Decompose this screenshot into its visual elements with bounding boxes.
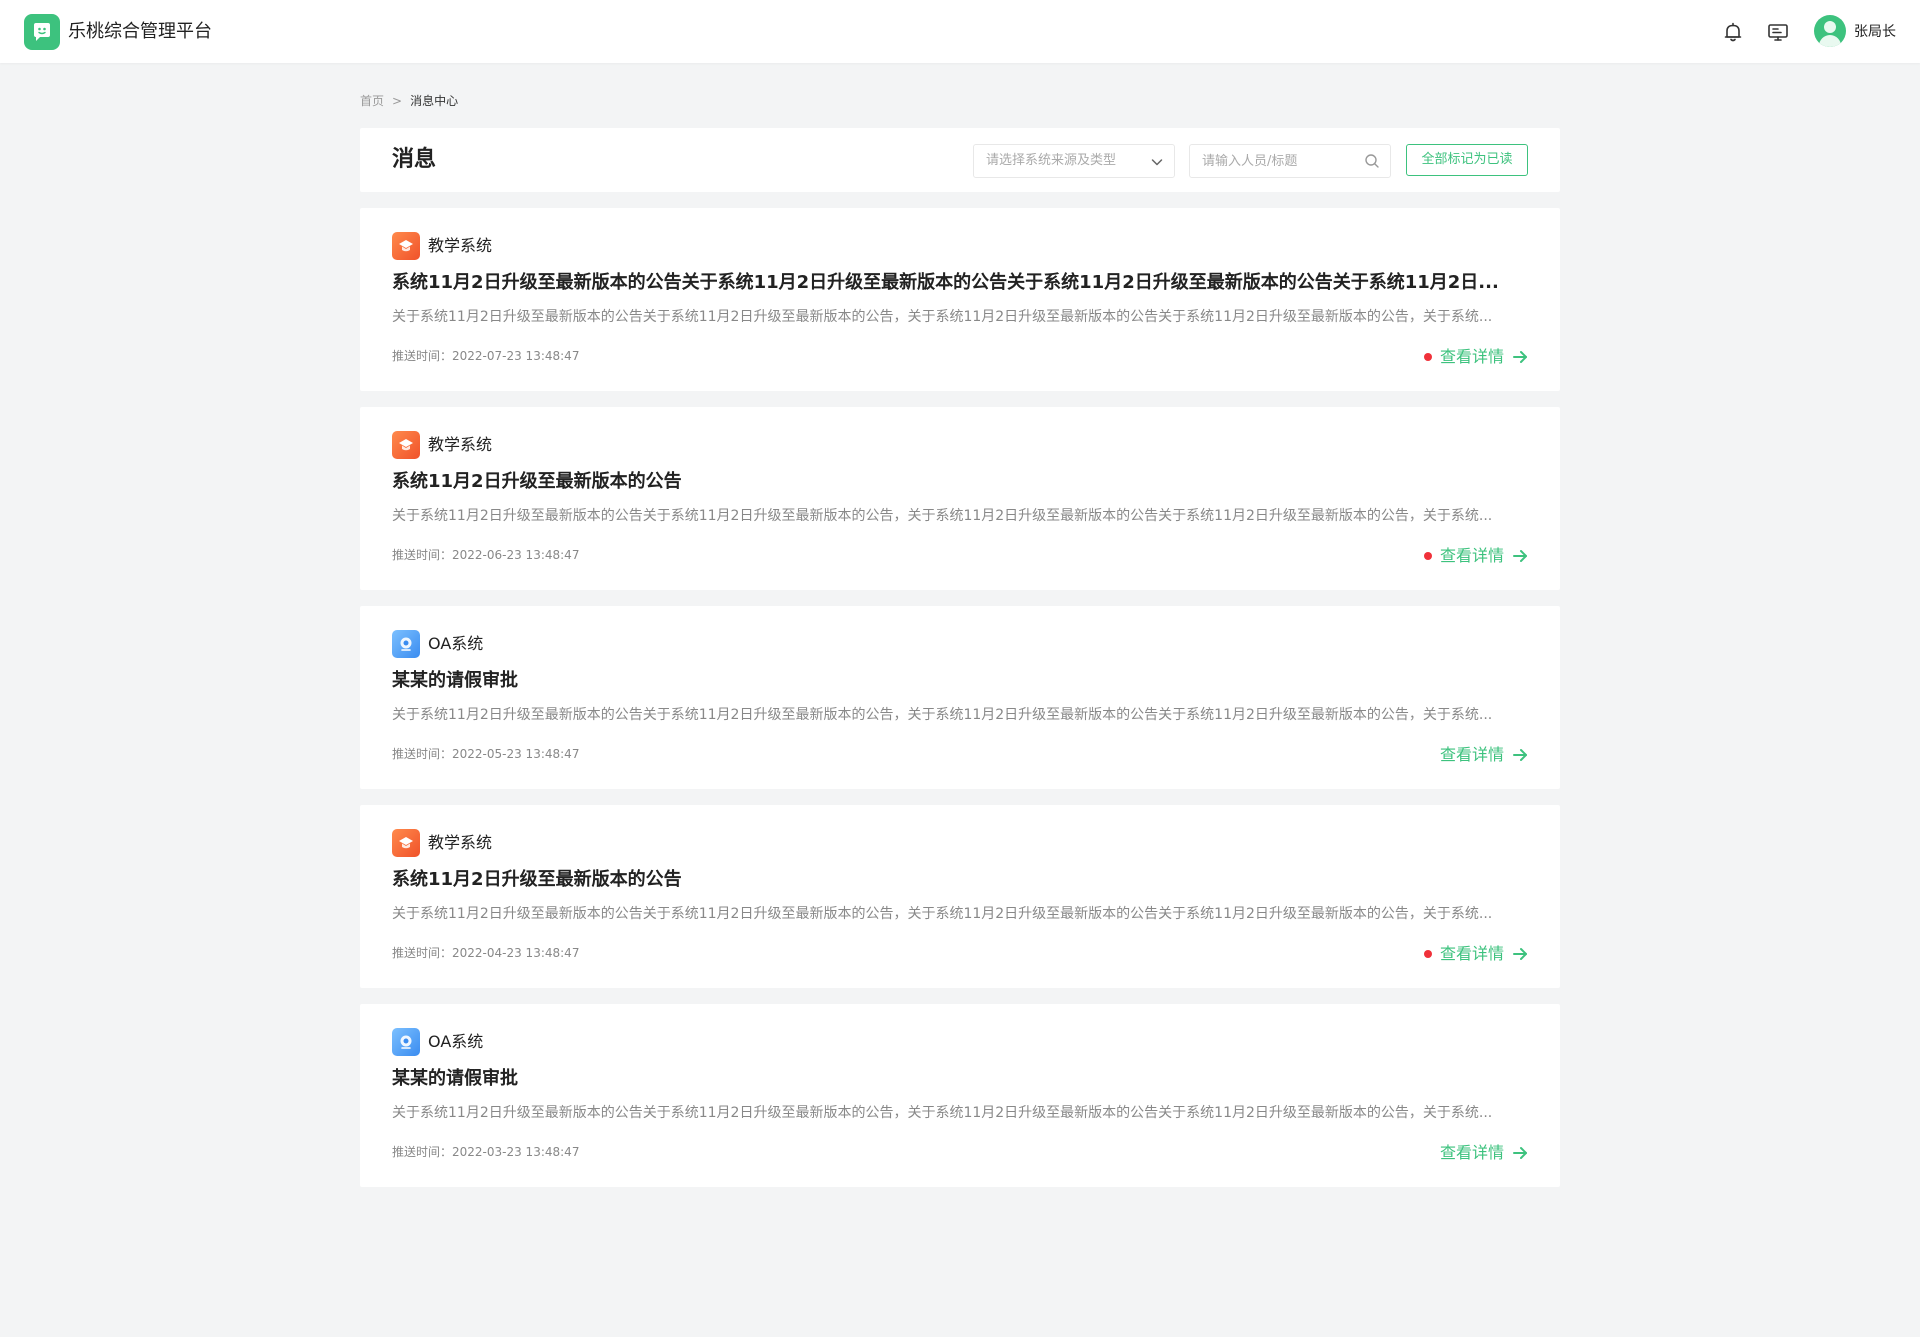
arrow-right-icon xyxy=(1513,749,1528,761)
message-source: OA系统 xyxy=(428,634,484,653)
unread-dot xyxy=(1424,552,1432,560)
message-time: 推送时间：2022-07-23 13:48:47 xyxy=(392,349,580,363)
avatar[interactable] xyxy=(1814,15,1846,47)
view-detail-link[interactable]: 查看详情 xyxy=(1440,942,1528,966)
monitor-icon[interactable] xyxy=(1766,20,1790,44)
arrow-right-icon xyxy=(1513,351,1528,363)
message-time: 推送时间：2022-04-23 13:48:47 xyxy=(392,946,580,960)
view-detail-link[interactable]: 查看详情 xyxy=(1440,1141,1528,1165)
message-body: 关于系统11月2日升级至最新版本的公告关于系统11月2日升级至最新版本的公告，关… xyxy=(392,707,1493,723)
message-time: 推送时间：2022-06-23 13:48:47 xyxy=(392,548,580,562)
arrow-right-icon xyxy=(1513,1147,1528,1159)
app-title: 乐桃综合管理平台 xyxy=(68,21,212,42)
chevron-down-icon xyxy=(1150,154,1164,173)
source-type-select-placeholder: 请选择系统来源及类型 xyxy=(986,153,1117,168)
message-toolbar: 消息 请选择系统来源及类型 全部标记为已读 xyxy=(360,128,1560,192)
top-bar: 乐桃综合管理平台 张局长 xyxy=(0,0,1920,63)
view-detail-link[interactable]: 查看详情 xyxy=(1440,743,1528,767)
message-card[interactable]: OA系统 某某的请假审批 关于系统11月2日升级至最新版本的公告关于系统11月2… xyxy=(360,1004,1560,1187)
source-type-select[interactable]: 请选择系统来源及类型 xyxy=(973,144,1175,178)
message-body: 关于系统11月2日升级至最新版本的公告关于系统11月2日升级至最新版本的公告，关… xyxy=(392,508,1493,524)
arrow-right-icon xyxy=(1513,948,1528,960)
message-body: 关于系统11月2日升级至最新版本的公告关于系统11月2日升级至最新版本的公告，关… xyxy=(392,309,1493,325)
view-detail-label: 查看详情 xyxy=(1440,944,1505,963)
search-box[interactable] xyxy=(1189,144,1391,178)
teaching-system-icon xyxy=(392,829,420,857)
oa-system-icon xyxy=(392,630,420,658)
username[interactable]: 张局长 xyxy=(1854,23,1896,41)
message-title[interactable]: 系统11月2日升级至最新版本的公告关于系统11月2日升级至最新版本的公告关于系统… xyxy=(392,271,1528,295)
breadcrumb: 首页 > 消息中心 xyxy=(360,93,458,109)
unread-dot xyxy=(1424,353,1432,361)
message-card[interactable]: 教学系统 系统11月2日升级至最新版本的公告 关于系统11月2日升级至最新版本的… xyxy=(360,805,1560,988)
teaching-system-icon xyxy=(392,431,420,459)
breadcrumb-current: 消息中心 xyxy=(410,94,459,108)
search-icon[interactable] xyxy=(1364,153,1380,173)
search-input[interactable] xyxy=(1202,152,1352,170)
message-title[interactable]: 某某的请假审批 xyxy=(392,669,1528,693)
message-title[interactable]: 某某的请假审批 xyxy=(392,1067,1528,1091)
teaching-system-icon xyxy=(392,232,420,260)
message-card[interactable]: 教学系统 系统11月2日升级至最新版本的公告 关于系统11月2日升级至最新版本的… xyxy=(360,407,1560,590)
page-title: 消息 xyxy=(392,147,437,172)
message-source: 教学系统 xyxy=(428,833,493,852)
message-source: OA系统 xyxy=(428,1032,484,1051)
view-detail-label: 查看详情 xyxy=(1440,347,1505,366)
oa-system-icon xyxy=(392,1028,420,1056)
message-card[interactable]: 教学系统 系统11月2日升级至最新版本的公告关于系统11月2日升级至最新版本的公… xyxy=(360,208,1560,391)
breadcrumb-separator: > xyxy=(392,94,403,108)
view-detail-label: 查看详情 xyxy=(1440,546,1505,565)
breadcrumb-home[interactable]: 首页 xyxy=(360,94,384,108)
unread-dot xyxy=(1424,950,1432,958)
message-source: 教学系统 xyxy=(428,236,493,255)
arrow-right-icon xyxy=(1513,550,1528,562)
message-title[interactable]: 系统11月2日升级至最新版本的公告 xyxy=(392,470,1528,494)
view-detail-label: 查看详情 xyxy=(1440,745,1505,764)
message-source: 教学系统 xyxy=(428,435,493,454)
message-time: 推送时间：2022-05-23 13:48:47 xyxy=(392,747,580,761)
message-body: 关于系统11月2日升级至最新版本的公告关于系统11月2日升级至最新版本的公告，关… xyxy=(392,1105,1493,1121)
message-body: 关于系统11月2日升级至最新版本的公告关于系统11月2日升级至最新版本的公告，关… xyxy=(392,906,1493,922)
bell-icon[interactable] xyxy=(1721,20,1745,44)
message-time: 推送时间：2022-03-23 13:48:47 xyxy=(392,1145,580,1159)
view-detail-label: 查看详情 xyxy=(1440,1143,1505,1162)
message-title[interactable]: 系统11月2日升级至最新版本的公告 xyxy=(392,868,1528,892)
view-detail-link[interactable]: 查看详情 xyxy=(1440,544,1528,568)
mark-all-read-button[interactable]: 全部标记为已读 xyxy=(1406,144,1528,176)
view-detail-link[interactable]: 查看详情 xyxy=(1440,345,1528,369)
message-card[interactable]: OA系统 某某的请假审批 关于系统11月2日升级至最新版本的公告关于系统11月2… xyxy=(360,606,1560,789)
chat-bubble-face-icon[interactable] xyxy=(24,14,60,50)
